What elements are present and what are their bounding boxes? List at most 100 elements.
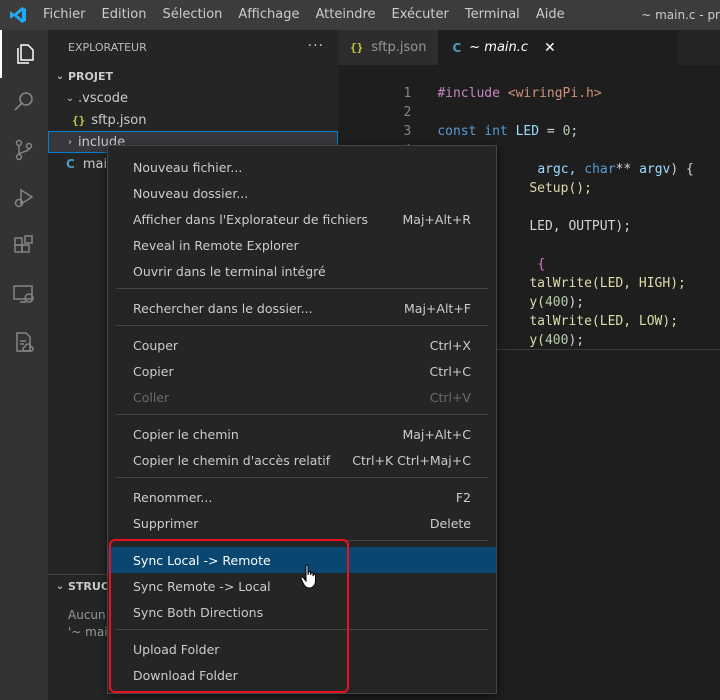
- menu-item-label: Copier: [133, 363, 174, 379]
- remote-explorer-icon[interactable]: [0, 270, 48, 318]
- menu-item-shortcut: Ctrl+X: [429, 337, 471, 353]
- context-menu: Nouveau fichier... Nouveau dossier... Af…: [107, 145, 497, 694]
- tab-main-c[interactable]: C ~ main.c ✕: [438, 30, 679, 65]
- code-token: const: [437, 124, 477, 139]
- menu-separator: [116, 288, 488, 289]
- code-token: <wiringPi.h>: [507, 86, 602, 101]
- window-title: ~ main.c - pr: [641, 8, 720, 22]
- editor-tabs: {} sftp.json C ~ main.c ✕: [338, 30, 720, 65]
- menu-aide[interactable]: Aide: [528, 0, 573, 30]
- menu-item-label: Copier le chemin: [133, 426, 239, 442]
- tab-sftp-json[interactable]: {} sftp.json: [338, 30, 439, 65]
- menu-item-label: Coller: [133, 389, 170, 405]
- menu-item-label: Afficher dans l'Explorateur de fichiers: [133, 211, 369, 227]
- menu-item-shortcut: Maj+Alt+R: [402, 211, 471, 227]
- menu-item-label: Upload Folder: [133, 641, 220, 657]
- chevron-right-icon: ›: [68, 136, 72, 148]
- code-line: y(400);: [498, 274, 584, 310]
- vscode-logo-icon: [0, 0, 35, 30]
- menu-item-paste: Coller Ctrl+V: [108, 384, 496, 410]
- menu-item-upload-folder[interactable]: Upload Folder: [108, 636, 496, 662]
- source-control-icon[interactable]: [0, 126, 48, 174]
- menu-item-copy[interactable]: Copier Ctrl+C: [108, 358, 496, 384]
- code-line: 1 #include <wiringPi.h>: [338, 65, 601, 101]
- menu-item-open-terminal[interactable]: Ouvrir dans le terminal intégré: [108, 258, 496, 284]
- menu-item-download-folder[interactable]: Download Folder: [108, 662, 496, 688]
- code-line: y(400);: [498, 312, 584, 348]
- menu-item-shortcut: Ctrl+K Ctrl+Maj+C: [352, 452, 471, 468]
- menu-separator: [116, 629, 488, 630]
- search-icon[interactable]: [0, 78, 48, 126]
- menu-item-delete[interactable]: Supprimer Delete: [108, 510, 496, 536]
- extensions-icon[interactable]: [0, 222, 48, 270]
- menu-item-label: Sync Both Directions: [133, 604, 264, 620]
- section-projet-label: PROJET: [68, 69, 113, 83]
- section-projet[interactable]: ⌄ PROJET: [48, 65, 338, 87]
- menu-item-reveal-remote[interactable]: Reveal in Remote Explorer: [108, 232, 496, 258]
- code-line: argc, char** argv) {: [506, 141, 694, 177]
- menu-item-shortcut: Maj+Alt+F: [404, 300, 471, 316]
- code-line: {: [506, 236, 545, 272]
- code-token: y(: [529, 333, 545, 348]
- tree-folder-vscode-label: .vscode: [78, 90, 128, 106]
- menu-item-new-file[interactable]: Nouveau fichier...: [108, 154, 496, 180]
- code-token: 400: [544, 333, 569, 348]
- menu-item-shortcut: F2: [455, 489, 471, 505]
- menu-item-label: Ouvrir dans le terminal intégré: [133, 263, 326, 279]
- hand-cursor-icon: [300, 564, 320, 594]
- c-file-icon: C: [452, 40, 462, 55]
- menu-item-label: Copier le chemin d'accès relatif: [133, 452, 331, 468]
- menu-item-new-folder[interactable]: Nouveau dossier...: [108, 180, 496, 206]
- menu-item-find-in-folder[interactable]: Rechercher dans le dossier... Maj+Alt+F: [108, 295, 496, 321]
- json-icon: {}: [350, 41, 364, 54]
- explorer-title: EXPLORATEUR ···: [48, 30, 338, 65]
- tree-file-sftp-json[interactable]: {} sftp.json: [48, 109, 338, 131]
- menu-selection[interactable]: Sélection: [154, 0, 230, 30]
- tab-main-c-label: ~ main.c: [469, 40, 529, 55]
- structure-empty-text: Aucun: [68, 608, 106, 622]
- code-line: Setup();: [498, 160, 592, 196]
- menu-item-cut[interactable]: Couper Ctrl+X: [108, 332, 496, 358]
- menu-separator: [116, 414, 488, 415]
- close-icon[interactable]: ✕: [544, 40, 556, 56]
- code-token: LED, OUTPUT);: [529, 219, 632, 234]
- menu-item-label: Supprimer: [133, 515, 199, 531]
- menu-item-label: Download Folder: [133, 667, 238, 683]
- menu-executer[interactable]: Exécuter: [384, 0, 457, 30]
- code-line: 4: [338, 122, 437, 158]
- chevron-down-icon: ⌄: [65, 92, 75, 104]
- menu-item-copy-relative-path[interactable]: Copier le chemin d'accès relatif Ctrl+K C…: [108, 447, 496, 473]
- menu-item-rename[interactable]: Renommer... F2: [108, 484, 496, 510]
- menu-edition[interactable]: Edition: [94, 0, 155, 30]
- menu-atteindre[interactable]: Atteindre: [307, 0, 383, 30]
- code-line: talWrite(LED, LOW);: [498, 293, 678, 329]
- menu-item-label: Rechercher dans le dossier...: [133, 300, 313, 316]
- code-line: 3 const int LED = 0;: [338, 103, 578, 139]
- tree-file-sftp-json-label: sftp.json: [91, 112, 147, 128]
- menu-fichier[interactable]: Fichier: [35, 0, 94, 30]
- run-debug-icon[interactable]: [0, 174, 48, 222]
- menu-item-label: Nouveau dossier...: [133, 185, 249, 201]
- more-actions-icon[interactable]: ···: [308, 38, 324, 54]
- explorer-icon[interactable]: [0, 30, 48, 78]
- structure-empty-file: '~ mai: [68, 625, 108, 639]
- menu-item-label: Couper: [133, 337, 179, 353]
- code-token: argv: [639, 162, 671, 177]
- code-token: );: [568, 333, 585, 348]
- code-token: #include: [437, 86, 500, 101]
- code-token: Setup();: [529, 181, 592, 196]
- activity-bar: [0, 30, 48, 700]
- sftp-icon[interactable]: [0, 318, 48, 366]
- code-token: =: [539, 124, 563, 139]
- explorer-title-label: EXPLORATEUR: [68, 41, 147, 54]
- menu-item-sync-both[interactable]: Sync Both Directions: [108, 599, 496, 625]
- menu-item-reveal-explorer[interactable]: Afficher dans l'Explorateur de fichiers M…: [108, 206, 496, 232]
- menu-item-shortcut: Maj+Alt+C: [402, 426, 471, 442]
- menu-item-shortcut: Ctrl+V: [429, 389, 471, 405]
- menu-affichage[interactable]: Affichage: [230, 0, 307, 30]
- tree-folder-vscode[interactable]: ⌄ .vscode: [48, 87, 338, 109]
- menu-item-label: Renommer...: [133, 489, 213, 505]
- menu-item-copy-path[interactable]: Copier le chemin Maj+Alt+C: [108, 421, 496, 447]
- menu-terminal[interactable]: Terminal: [457, 0, 528, 30]
- json-icon: {}: [72, 113, 86, 127]
